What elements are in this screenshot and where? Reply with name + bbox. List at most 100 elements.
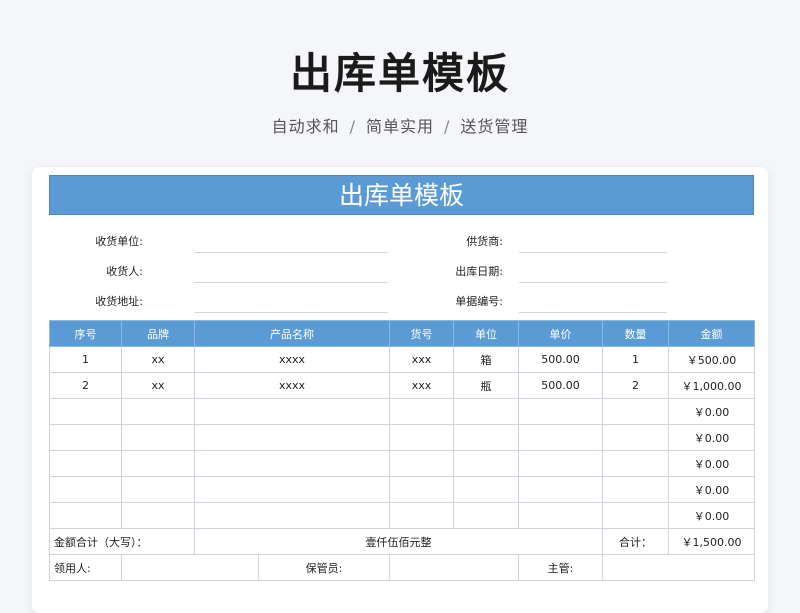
supervisor-sign-field[interactable] <box>602 554 755 581</box>
info-row: 收货地址: 单据编号: <box>49 285 754 315</box>
cell-sku[interactable] <box>389 450 454 477</box>
cell-unit-price[interactable] <box>518 424 603 451</box>
total-label: 合计： <box>602 528 669 555</box>
cell-amount[interactable]: ￥0.00 <box>668 450 755 477</box>
cell-quantity[interactable] <box>602 502 669 529</box>
form-banner-title: 出库单模板 <box>49 175 754 215</box>
cell-product-name[interactable] <box>194 424 390 451</box>
spreadsheet: 出库单模板 收货单位: 供货商: 收货人: 出库日期: 收货地址: 单据编号: <box>49 175 755 581</box>
cell-quantity[interactable] <box>602 424 669 451</box>
cell-product-name[interactable]: xxxx <box>194 372 390 399</box>
cell-amount[interactable]: ￥0.00 <box>668 502 755 529</box>
cell-brand[interactable] <box>121 450 195 477</box>
column-header-brand: 品牌 <box>121 320 195 347</box>
signature-row: 领用人: 保管员: 主管: <box>49 554 755 581</box>
items-table: 序号 品牌 产品名称 货号 单位 单价 数量 金额 1 xx xxxx xxx … <box>49 320 755 555</box>
form-card: 出库单模板 收货单位: 供货商: 收货人: 出库日期: 收货地址: 单据编号: <box>32 167 768 613</box>
total-value[interactable]: ￥1,500.00 <box>668 528 755 555</box>
cell-sku[interactable] <box>389 424 454 451</box>
cell-product-name[interactable]: xxxx <box>194 346 390 373</box>
cell-brand[interactable]: xx <box>121 346 195 373</box>
cell-brand[interactable] <box>121 502 195 529</box>
info-row: 收货单位: 供货商: <box>49 225 754 255</box>
receiver-sign-label: 领用人: <box>49 554 122 581</box>
cell-index[interactable] <box>49 476 122 503</box>
supplier-field[interactable] <box>519 252 667 253</box>
cell-unit-price[interactable] <box>518 476 603 503</box>
document-number-label: 单据编号: <box>455 295 503 308</box>
signature-table: 领用人: 保管员: 主管: <box>49 554 755 581</box>
page-title: 出库单模板 <box>289 49 510 98</box>
cell-quantity[interactable] <box>602 450 669 477</box>
cell-sku[interactable] <box>389 476 454 503</box>
subtitle-separator: / <box>444 117 451 136</box>
cell-amount[interactable]: ￥1,000.00 <box>668 372 755 399</box>
receiver-label: 收货人: <box>106 265 143 278</box>
cell-quantity[interactable] <box>602 398 669 425</box>
subtitle-part-3: 送货管理 <box>460 117 529 136</box>
cell-unit-price[interactable]: 500.00 <box>518 372 603 399</box>
cell-quantity[interactable] <box>602 476 669 503</box>
receiver-sign-field[interactable] <box>121 554 259 581</box>
cell-index[interactable] <box>49 398 122 425</box>
cell-product-name[interactable] <box>194 476 390 503</box>
column-header-unit-price: 单价 <box>518 320 603 347</box>
receiving-address-field[interactable] <box>194 312 388 313</box>
cell-product-name[interactable] <box>194 502 390 529</box>
cell-amount[interactable]: ￥0.00 <box>668 424 755 451</box>
cell-unit[interactable] <box>453 450 519 477</box>
cell-quantity[interactable]: 2 <box>602 372 669 399</box>
info-row: 收货人: 出库日期: <box>49 255 754 285</box>
cell-unit-price[interactable] <box>518 502 603 529</box>
cell-amount[interactable]: ￥0.00 <box>668 398 755 425</box>
keeper-sign-field[interactable] <box>389 554 519 581</box>
table-row: ￥0.00 <box>49 424 755 451</box>
cell-sku[interactable]: xxx <box>389 346 454 373</box>
cell-brand[interactable] <box>121 398 195 425</box>
table-row: 2 xx xxxx xxx 瓶 500.00 2 ￥1,000.00 <box>49 372 755 399</box>
cell-brand[interactable]: xx <box>121 372 195 399</box>
cell-unit[interactable] <box>453 424 519 451</box>
cell-unit-price[interactable]: 500.00 <box>518 346 603 373</box>
column-header-product-name: 产品名称 <box>194 320 390 347</box>
cell-index[interactable] <box>49 424 122 451</box>
cell-sku[interactable] <box>389 398 454 425</box>
cell-amount[interactable]: ￥0.00 <box>668 476 755 503</box>
subtitle-part-2: 简单实用 <box>365 117 434 136</box>
cell-sku[interactable]: xxx <box>389 372 454 399</box>
cell-index[interactable] <box>49 502 122 529</box>
receiving-address-label: 收货地址: <box>95 295 143 308</box>
cell-index[interactable]: 2 <box>49 372 122 399</box>
keeper-sign-label: 保管员: <box>258 554 390 581</box>
column-header-index: 序号 <box>49 320 122 347</box>
receiving-unit-field[interactable] <box>194 252 388 253</box>
cell-brand[interactable] <box>121 424 195 451</box>
cell-unit[interactable] <box>453 476 519 503</box>
total-in-words-value[interactable]: 壹仟伍佰元整 <box>194 528 603 555</box>
total-row: 金额合计（大写）： 壹仟伍佰元整 合计： ￥1,500.00 <box>49 528 755 555</box>
column-header-unit: 单位 <box>453 320 519 347</box>
cell-index[interactable]: 1 <box>49 346 122 373</box>
receiving-unit-label: 收货单位: <box>95 235 143 248</box>
receiver-field[interactable] <box>194 282 388 283</box>
subtitle-part-1: 自动求和 <box>271 117 340 136</box>
cell-unit-price[interactable] <box>518 398 603 425</box>
cell-brand[interactable] <box>121 476 195 503</box>
cell-unit[interactable]: 箱 <box>453 346 519 373</box>
cell-unit-price[interactable] <box>518 450 603 477</box>
cell-amount[interactable]: ￥500.00 <box>668 346 755 373</box>
cell-quantity[interactable]: 1 <box>602 346 669 373</box>
cell-unit[interactable] <box>453 398 519 425</box>
table-row: ￥0.00 <box>49 502 755 529</box>
document-number-field[interactable] <box>519 312 667 313</box>
cell-unit[interactable]: 瓶 <box>453 372 519 399</box>
cell-unit[interactable] <box>453 502 519 529</box>
cell-sku[interactable] <box>389 502 454 529</box>
column-header-amount: 金额 <box>668 320 755 347</box>
info-section: 收货单位: 供货商: 收货人: 出库日期: 收货地址: 单据编号: <box>49 215 754 320</box>
cell-product-name[interactable] <box>194 398 390 425</box>
supplier-label: 供货商: <box>466 235 503 248</box>
outbound-date-field[interactable] <box>519 282 667 283</box>
cell-product-name[interactable] <box>194 450 390 477</box>
cell-index[interactable] <box>49 450 122 477</box>
